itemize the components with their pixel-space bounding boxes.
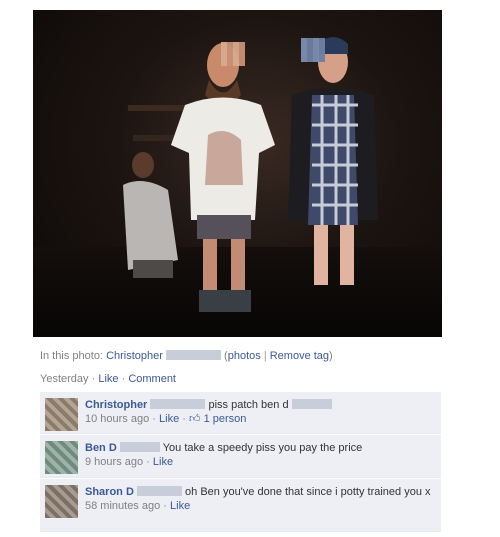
comment-text: oh Ben you've done that since i potty tr… bbox=[185, 486, 431, 498]
comment-link[interactable]: Comment bbox=[128, 373, 176, 385]
comment-body: Christopher piss patch ben d 10 hours ag… bbox=[85, 398, 433, 426]
person-white-shirt bbox=[171, 43, 275, 312]
comment-time: 9 hours ago bbox=[85, 456, 144, 468]
person-plaid-shirt bbox=[288, 37, 378, 285]
face-pixelation bbox=[301, 38, 325, 62]
photo-tag-line: In this photo: Christopher (photos | Rem… bbox=[40, 350, 333, 362]
face-pixelation bbox=[221, 42, 245, 66]
photos-link[interactable]: photos bbox=[228, 350, 261, 362]
comment-item: Sharon D oh Ben you've done that since i… bbox=[40, 479, 441, 532]
comment-like-link[interactable]: Like bbox=[153, 456, 173, 468]
comment-author-link[interactable]: Christopher bbox=[85, 399, 147, 411]
comment-like-link[interactable]: Like bbox=[159, 413, 179, 425]
post-actions: Yesterday · Like · Comment bbox=[40, 373, 176, 385]
redacted-surname bbox=[150, 399, 206, 409]
comment-item: Christopher piss patch ben d 10 hours ag… bbox=[40, 392, 441, 434]
comment-author-link[interactable]: Sharon D bbox=[85, 486, 134, 498]
avatar[interactable] bbox=[45, 398, 78, 431]
redacted-surname bbox=[165, 350, 221, 360]
comment-text: You take a speedy piss you pay the price bbox=[162, 442, 363, 454]
avatar[interactable] bbox=[45, 441, 78, 474]
tag-caption: In this photo: bbox=[40, 350, 103, 362]
thumbs-up-icon: 👍︎ bbox=[189, 413, 201, 425]
comment-body: Sharon D oh Ben you've done that since i… bbox=[85, 486, 431, 512]
comment-item: Ben D You take a speedy piss you pay the… bbox=[40, 435, 441, 478]
comment-author-link[interactable]: Ben D bbox=[85, 442, 117, 454]
tagged-photo[interactable] bbox=[33, 10, 442, 337]
avatar[interactable] bbox=[45, 485, 78, 518]
like-link[interactable]: Like bbox=[98, 373, 118, 385]
comment-like-link[interactable]: Like bbox=[170, 500, 190, 512]
comment-time: 10 hours ago bbox=[85, 413, 150, 425]
comment-text: piss patch ben d bbox=[208, 399, 289, 411]
redacted-surname bbox=[136, 486, 182, 496]
tagged-name-link[interactable]: Christopher bbox=[106, 350, 163, 362]
like-count-link[interactable]: 1 person bbox=[204, 413, 247, 425]
comment-body: Ben D You take a speedy piss you pay the… bbox=[85, 442, 363, 468]
redacted-surname bbox=[119, 442, 160, 452]
remove-tag-link[interactable]: Remove tag bbox=[270, 350, 329, 362]
post-time: Yesterday bbox=[40, 373, 89, 385]
redacted-text bbox=[291, 399, 332, 409]
comment-time: 58 minutes ago bbox=[85, 500, 161, 512]
